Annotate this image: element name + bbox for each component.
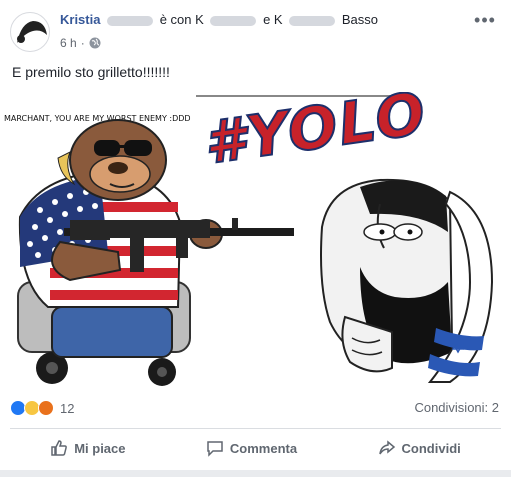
redacted-name [210, 15, 257, 26]
post-authors: Kristia è con K e K Basso [60, 12, 440, 30]
share-button[interactable]: Condividi [368, 435, 471, 461]
actions-divider [10, 428, 501, 429]
redacted-name [107, 15, 154, 26]
comment-button[interactable]: Commenta [196, 435, 307, 461]
comment-label: Commenta [229, 440, 298, 456]
reactions-summary[interactable]: 12 [10, 396, 74, 420]
feed-post: Kristia è con K e K Basso 6 h · ••• E pr… [0, 0, 511, 477]
post-meta: 6 h · [60, 35, 101, 51]
post-image[interactable]: MARCHANT, YOU ARE MY WORST ENEMY :DDD #Y… [0, 92, 511, 390]
post-text: E premilo sto grilletto!!!!!!! [12, 64, 170, 80]
and-text: e K [263, 12, 283, 27]
post-bottom-spacer [0, 470, 511, 477]
author-avatar[interactable] [10, 12, 50, 52]
angry-reaction-icon [38, 400, 54, 416]
shares-count[interactable]: Condivisioni: 2 [414, 400, 499, 415]
more-options-icon[interactable]: ••• [473, 8, 497, 32]
reaction-count: 12 [60, 400, 75, 416]
with-text: è con K [159, 12, 204, 27]
post-time[interactable]: 6 h [60, 36, 77, 50]
comment-icon [207, 441, 223, 457]
redacted-name [289, 15, 336, 26]
globe-icon[interactable] [89, 37, 101, 49]
meme-illustration [17, 119, 494, 386]
post-header: Kristia è con K e K Basso 6 h · ••• [0, 0, 511, 58]
author-name[interactable]: Kristia [60, 12, 100, 27]
trailing-name[interactable]: Basso [342, 12, 378, 27]
share-icon [378, 440, 395, 455]
like-label: Mi piace [74, 440, 126, 456]
thumbs-up-icon [51, 440, 68, 456]
like-button[interactable]: Mi piace [40, 435, 135, 461]
share-label: Condividi [401, 440, 461, 456]
avatar-image [17, 21, 47, 43]
post-actions: Mi piace Commenta Condividi [10, 432, 501, 464]
